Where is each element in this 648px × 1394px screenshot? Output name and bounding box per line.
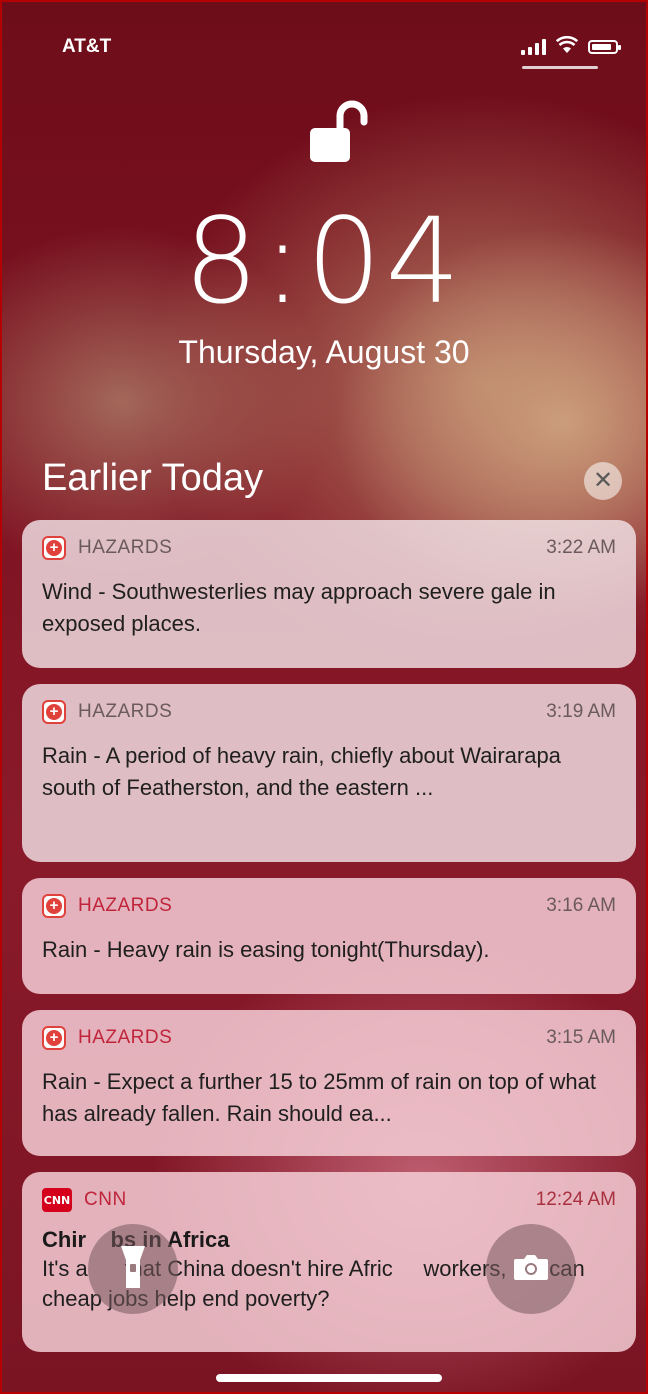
notification-body: Wind - Southwesterlies may approach seve… (42, 579, 556, 636)
notification-time: 3:22 AM (546, 537, 616, 558)
unlocked-padlock-icon (308, 98, 378, 168)
notification-body: Rain - Expect a further 15 to 25mm of ra… (42, 1069, 596, 1126)
notification-body: Rain - A period of heavy rain, chiefly a… (42, 743, 561, 800)
camera-icon (513, 1253, 549, 1286)
camera-button[interactable] (486, 1224, 576, 1314)
notification-card[interactable]: + HAZARDS 3:22 AM Wind - Southwesterlies… (22, 520, 636, 668)
hazards-app-icon: + (42, 1026, 66, 1050)
hazards-app-icon: + (42, 894, 66, 918)
carrier-label: AT&T (62, 36, 112, 57)
notification-card[interactable]: + HAZARDS 3:16 AM Rain - Heavy rain is e… (22, 878, 636, 994)
home-indicator[interactable] (216, 1374, 442, 1382)
status-bar: AT&T (2, 32, 646, 62)
notification-app-name: HAZARDS (78, 895, 173, 916)
signal-icon (521, 38, 546, 55)
hazards-app-icon: + (42, 536, 66, 560)
clock-date: Thursday, August 30 (178, 334, 470, 370)
notification-card[interactable]: + HAZARDS 3:19 AM Rain - A period of hea… (22, 684, 636, 862)
notification-section-title: Earlier Today (42, 457, 264, 499)
battery-icon (588, 39, 621, 54)
notification-app-name: CNN (84, 1189, 127, 1210)
notification-time: 3:19 AM (546, 701, 616, 722)
flashlight-icon (118, 1242, 148, 1297)
notification-time: 12:24 AM (535, 1189, 616, 1210)
notification-time: 3:16 AM (546, 895, 616, 916)
wifi-icon (555, 35, 579, 57)
flashlight-button[interactable] (88, 1224, 178, 1314)
notification-app-name: HAZARDS (78, 537, 173, 558)
close-icon: ✕ (592, 467, 614, 494)
notification-app-name: HAZARDS (78, 1027, 173, 1048)
notification-body: Rain - Heavy rain is easing tonight(Thur… (42, 937, 490, 962)
lock-screen: AT&T 8:04 Thursday, August 30 Earlier To… (0, 0, 648, 1394)
notification-time: 3:15 AM (546, 1027, 616, 1048)
control-center-indicator[interactable] (522, 66, 598, 69)
clock-time: 8:04 (183, 192, 465, 330)
notification-app-name: HAZARDS (78, 701, 173, 722)
notification-card[interactable]: + HAZARDS 3:15 AM Rain - Expect a furthe… (22, 1010, 636, 1156)
status-icons (521, 35, 621, 57)
clear-notifications-button[interactable]: ✕ (584, 462, 622, 500)
cnn-app-icon: CNN (42, 1188, 72, 1212)
hazards-app-icon: + (42, 700, 66, 724)
